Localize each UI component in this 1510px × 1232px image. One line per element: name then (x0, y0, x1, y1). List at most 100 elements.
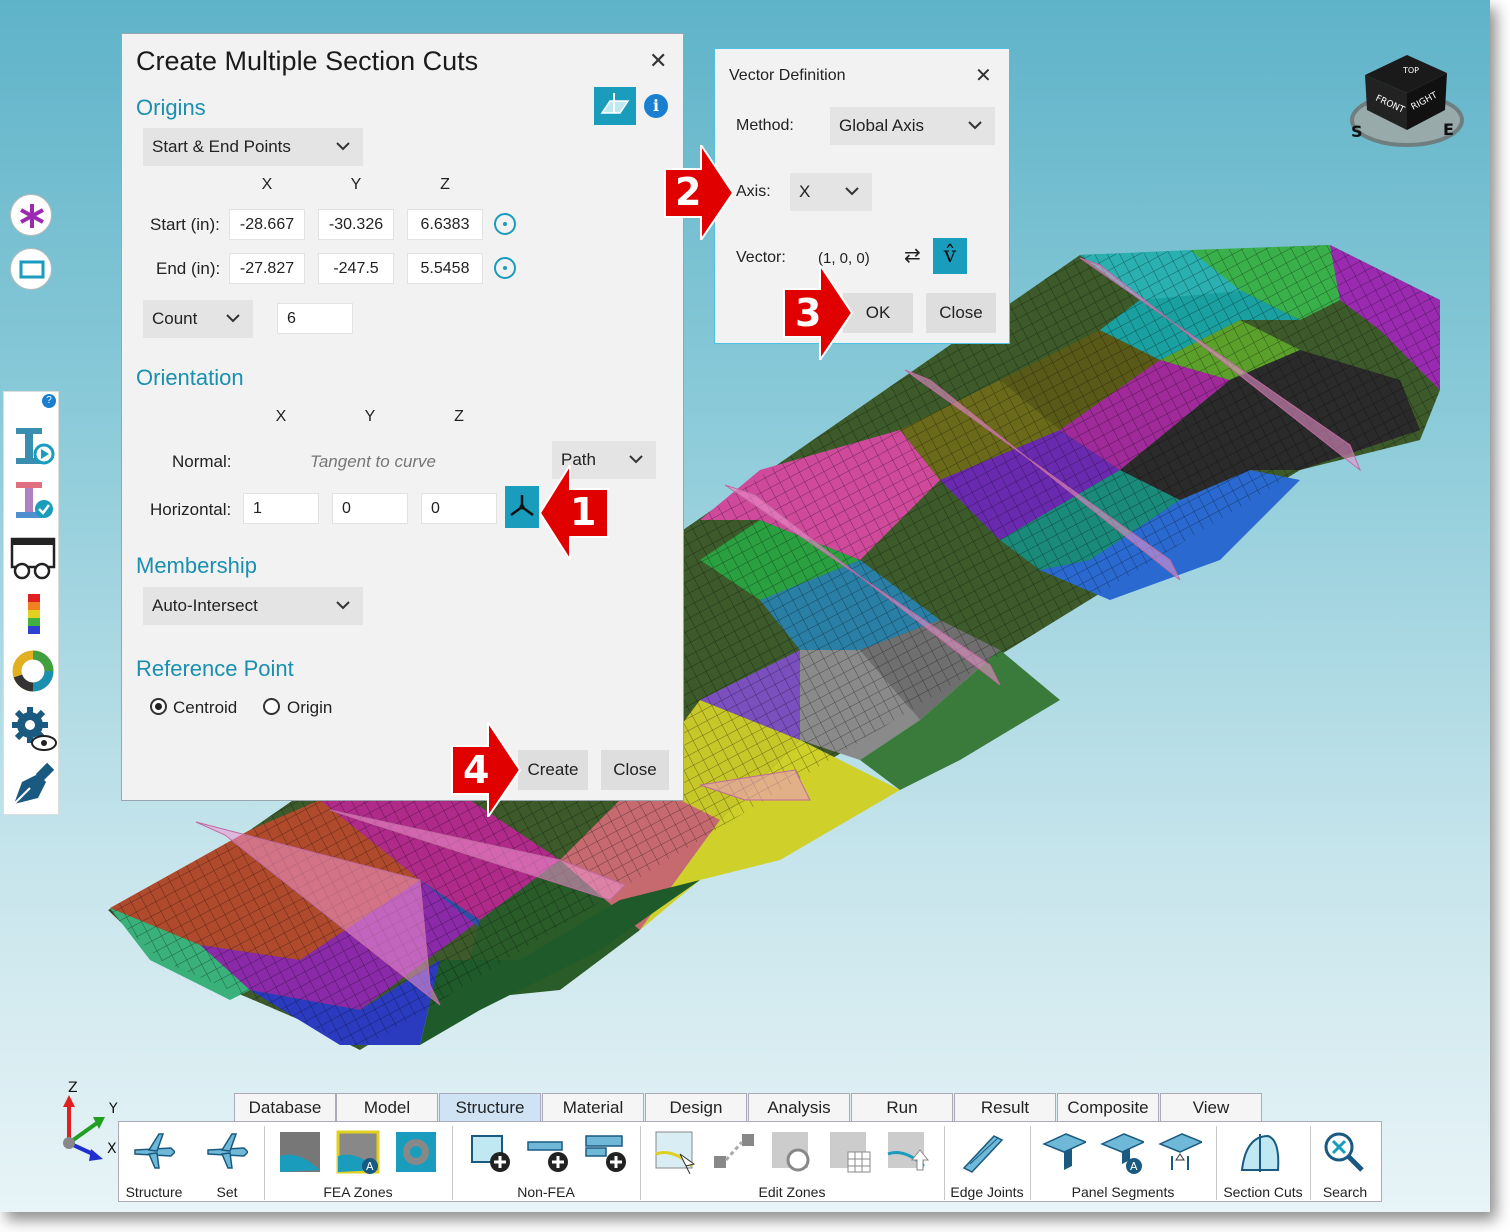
svg-text:X: X (107, 1141, 117, 1157)
origins-mode-value: Start & End Points (152, 137, 291, 156)
asterisk-button[interactable] (10, 194, 52, 236)
start-label: Start (in): (150, 215, 220, 234)
edit-zone-connect-icon[interactable] (712, 1130, 756, 1174)
vector-label: Vector: (736, 249, 786, 266)
edit-zone-grid-icon[interactable] (828, 1130, 872, 1174)
panel-segment-auto-icon[interactable]: A (1100, 1130, 1144, 1174)
swap-arrows-icon[interactable]: ⇄ (904, 243, 921, 268)
fea-zone-icon[interactable] (278, 1130, 322, 1174)
view-cube[interactable]: TOP FRONT RIGHT S E (1345, 45, 1470, 150)
chevron-down-icon (968, 121, 982, 130)
tab-model[interactable]: Model (336, 1093, 438, 1121)
end-x-field[interactable]: -27.827 (229, 253, 305, 284)
add-beam-icon[interactable] (526, 1130, 570, 1174)
section-plane-icon (600, 93, 630, 114)
origins-col-y: Y (350, 176, 362, 193)
tab-run[interactable]: Run (851, 1093, 953, 1121)
create-button[interactable]: Create (518, 750, 588, 790)
edit-zone-upload-icon[interactable] (886, 1130, 930, 1174)
close-button[interactable]: Close (601, 750, 669, 790)
method-select[interactable]: Global Axis (830, 107, 995, 145)
edit-zone-refresh-icon[interactable] (770, 1130, 814, 1174)
ribbon-separator (264, 1126, 265, 1200)
help-badge[interactable]: ? (42, 394, 56, 408)
horizontal-x-field[interactable]: 1 (243, 493, 319, 524)
color-scale-icon[interactable] (8, 590, 58, 640)
start-y-field[interactable]: -30.326 (318, 209, 394, 240)
membership-select[interactable]: Auto-Intersect (143, 587, 363, 625)
vector-close-button[interactable]: Close (926, 293, 996, 333)
group-set-label: Set (216, 1184, 238, 1200)
add-panel-icon[interactable] (584, 1130, 628, 1174)
origin-radio[interactable] (263, 698, 280, 715)
horizontal-z-field[interactable]: 0 (421, 493, 497, 524)
ribbon-separator (1216, 1126, 1217, 1200)
unit-vector-button[interactable]: v̂ (933, 238, 967, 274)
chevron-down-icon (336, 601, 350, 610)
chevron-down-icon (629, 455, 643, 464)
pen-nib-icon[interactable] (8, 760, 58, 810)
pick-start-point-icon[interactable] (494, 213, 516, 235)
panel-segment-icon[interactable] (1042, 1130, 1086, 1174)
orientation-heading: Orientation (136, 365, 244, 390)
glasses-view-icon[interactable] (8, 533, 58, 583)
section-cuts-icon[interactable] (1238, 1130, 1282, 1174)
group-fea-zones-label: FEA Zones (323, 1184, 393, 1200)
start-z-field[interactable]: 6.6383 (407, 209, 483, 240)
origins-col-z: Z (440, 176, 450, 193)
group-structure-label: Structure (125, 1184, 183, 1200)
panel-segment-split-icon[interactable] (1158, 1130, 1202, 1174)
callout-1: 1 (538, 461, 610, 564)
membership-heading: Membership (136, 553, 258, 578)
ribbon-separator (452, 1126, 453, 1200)
section-preview-button[interactable] (594, 87, 636, 125)
search-icon[interactable] (1322, 1130, 1366, 1174)
origins-mode-select[interactable]: Start & End Points (143, 128, 363, 166)
airplane-set-icon[interactable] (204, 1130, 248, 1174)
count-mode-value: Count (152, 309, 198, 328)
start-x-field[interactable]: -28.667 (229, 209, 305, 240)
tab-database[interactable]: Database (234, 1093, 336, 1121)
fea-zone-gear-icon[interactable] (394, 1130, 438, 1174)
axis-select[interactable]: X (790, 173, 872, 211)
group-non-fea-label: Non-FEA (517, 1184, 575, 1200)
count-mode-select[interactable]: Count (143, 300, 253, 338)
count-field[interactable]: 6 (277, 303, 353, 334)
callout-3: 3 (782, 261, 854, 364)
chevron-down-icon (226, 314, 240, 323)
beam-check-icon[interactable] (8, 476, 58, 526)
fea-zone-auto-icon[interactable]: A (336, 1130, 380, 1174)
viewport[interactable]: TOP FRONT RIGHT S E Z Y X ? Create Multi… (0, 0, 1490, 1212)
info-icon[interactable]: i (644, 94, 668, 118)
edit-zone-select-icon[interactable] (654, 1130, 698, 1174)
orientation-col-y: Y (364, 408, 376, 425)
horizontal-y-field[interactable]: 0 (332, 493, 408, 524)
close-icon[interactable]: ✕ (975, 65, 992, 87)
tab-analysis[interactable]: Analysis (748, 1093, 850, 1121)
centroid-radio[interactable] (150, 698, 167, 715)
pick-end-point-icon[interactable] (494, 257, 516, 279)
callout-2: 2 (663, 141, 735, 244)
tab-result[interactable]: Result (954, 1093, 1056, 1121)
beam-play-icon[interactable] (8, 420, 58, 470)
gear-eye-icon[interactable] (8, 703, 58, 753)
tab-material[interactable]: Material (542, 1093, 644, 1121)
end-z-field[interactable]: 5.5458 (407, 253, 483, 284)
svg-text:TOP: TOP (1402, 66, 1419, 75)
svg-text:Z: Z (68, 1080, 78, 1096)
donut-chart-icon[interactable] (8, 646, 58, 696)
vector-definition-button[interactable] (505, 486, 539, 528)
airplane-structure-icon[interactable] (131, 1130, 175, 1174)
membership-value: Auto-Intersect (152, 596, 258, 615)
add-region-icon[interactable] (468, 1130, 512, 1174)
end-y-field[interactable]: -247.5 (318, 253, 394, 284)
tab-design[interactable]: Design (645, 1093, 747, 1121)
close-icon[interactable]: ✕ (649, 50, 667, 72)
svg-text:A: A (1130, 1160, 1138, 1173)
tab-view[interactable]: View (1160, 1093, 1262, 1121)
rectangle-select-button[interactable] (10, 248, 52, 290)
chevron-down-icon (845, 187, 859, 196)
edge-joints-icon[interactable] (960, 1130, 1004, 1174)
tab-structure[interactable]: Structure (439, 1093, 541, 1121)
tab-composite[interactable]: Composite (1057, 1093, 1159, 1121)
